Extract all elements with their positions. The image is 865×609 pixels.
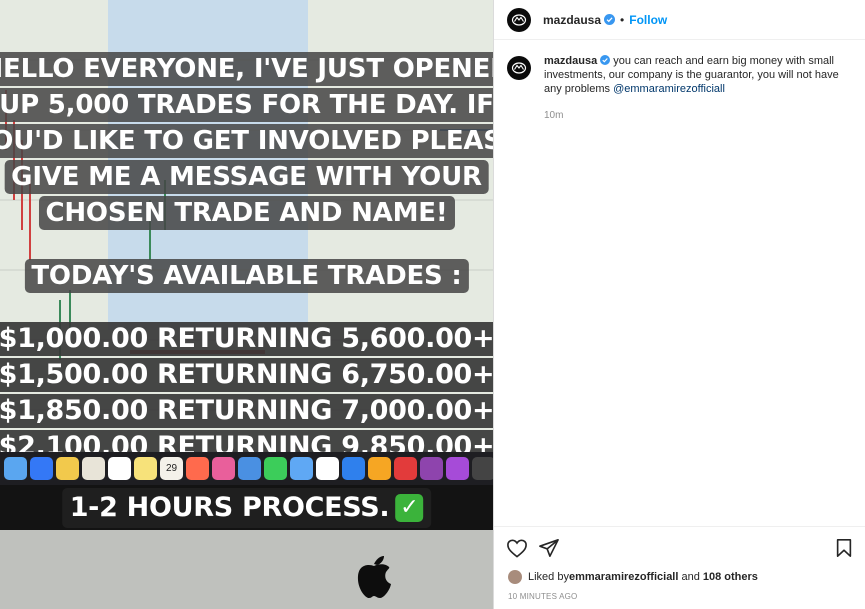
laptop-base (0, 530, 493, 609)
dock-app-icon (212, 457, 235, 480)
dock-app-icon (108, 457, 131, 480)
dock-app-icon (290, 457, 313, 480)
dock-app-icon (82, 457, 105, 480)
caption-time: 10m (544, 110, 564, 121)
heart-icon[interactable] (506, 538, 528, 558)
verified-badge-icon (604, 14, 616, 25)
dock-app-icon (186, 457, 209, 480)
caption-username[interactable]: mazdausa (544, 55, 597, 67)
mac-dock: 29 (0, 452, 493, 485)
check-mark-icon: ✓ (395, 494, 424, 522)
caption-text-block: mazdausa you can reach and earn big mone… (544, 54, 844, 96)
caption-body: mazdausa you can reach and earn big mone… (544, 54, 844, 123)
trade-offer-1: $1,000.00 RETURNING 5,600.00+ (0, 322, 493, 356)
caption-line-1: HELLO EVERYONE, I'VE JUST OPENED (0, 52, 493, 86)
dock-app-icon (472, 457, 493, 480)
likes-connector: and (678, 571, 703, 583)
mazda-logo-icon[interactable] (507, 56, 531, 80)
dock-app-icon (4, 457, 27, 480)
dock-app-icon: 29 (160, 457, 183, 480)
process-text: 1-2 HOURS PROCESS. ✓ (61, 488, 432, 528)
share-icon[interactable] (538, 538, 560, 558)
dock-app-icon (30, 457, 53, 480)
caption-line-4: GIVE ME A MESSAGE WITH YOUR (4, 160, 489, 194)
dock-app-icon (394, 457, 417, 480)
likes-row: Liked by emmaramirezofficiall and 108 ot… (508, 570, 758, 584)
dock-app-icon (238, 457, 261, 480)
caption-line-5: CHOSEN TRADE AND NAME! (38, 196, 455, 230)
likes-prefix: Liked by (528, 571, 569, 583)
caption-line-3: YOU'D LIKE TO GET INVOLVED PLEASE (0, 124, 493, 158)
caption-line-2: UP 5,000 TRADES FOR THE DAY. IF (0, 88, 493, 122)
post-sidebar: mazdausa • Follow mazdausa you can reach… (493, 0, 865, 609)
dock-app-icon (316, 457, 339, 480)
process-label: 1-2 HOURS PROCESS. (69, 492, 390, 523)
dock-app-icon (56, 457, 79, 480)
caption-comment: mazdausa you can reach and earn big mone… (494, 40, 865, 123)
post-header: mazdausa • Follow (494, 0, 865, 40)
likes-others[interactable]: 108 others (703, 571, 758, 583)
liker-avatar[interactable] (508, 570, 522, 584)
likes-user[interactable]: emmaramirezofficiall (569, 571, 678, 583)
verified-badge-icon (600, 55, 611, 65)
dock-app-icon (420, 457, 443, 480)
dock-app-icon (446, 457, 469, 480)
post-image[interactable]: HELLO EVERYONE, I'VE JUST OPENED UP 5,00… (0, 0, 493, 609)
bookmark-icon[interactable] (835, 538, 853, 558)
dock-app-icon (342, 457, 365, 480)
post-timestamp: 10 MINUTES AGO (508, 592, 578, 601)
follow-button[interactable]: Follow (629, 13, 667, 27)
apple-logo-icon (357, 556, 391, 598)
trade-offer-3: $1,850.00 RETURNING 7,000.00+ (0, 394, 493, 428)
caption-mention-link[interactable]: @emmaramirezofficiall (613, 83, 725, 95)
trades-heading: TODAY'S AVAILABLE TRADES : (24, 259, 469, 293)
header-username[interactable]: mazdausa (543, 13, 601, 27)
trade-offer-2: $1,500.00 RETURNING 6,750.00+ (0, 358, 493, 392)
action-bar (494, 526, 865, 568)
mazda-logo-icon[interactable] (507, 7, 531, 32)
dock-app-icon (264, 457, 287, 480)
dock-app-icon (134, 457, 157, 480)
dock-app-icon (368, 457, 391, 480)
header-separator: • (620, 12, 625, 27)
